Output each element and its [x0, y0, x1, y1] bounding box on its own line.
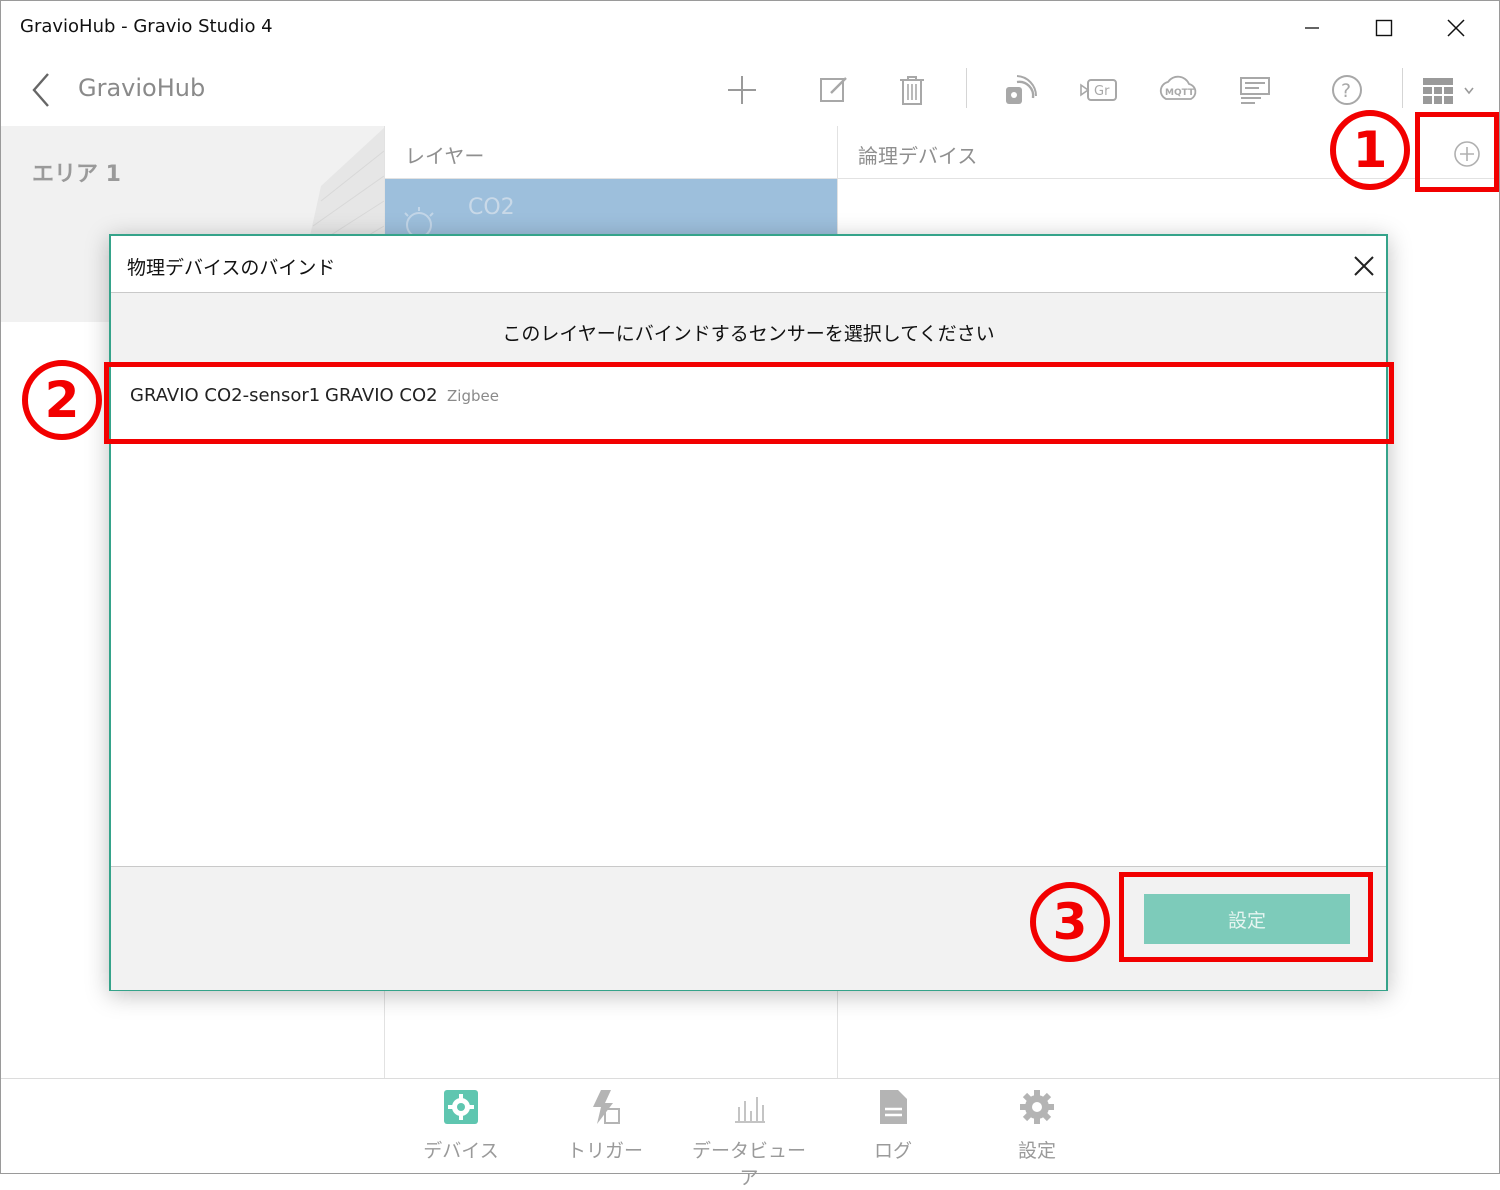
close-window-button[interactable]: [1420, 0, 1492, 55]
area-label: エリア 1: [32, 162, 121, 187]
toolbar-separator: [1402, 68, 1403, 108]
layer-item[interactable]: [385, 179, 837, 239]
nav-devices[interactable]: デバイス: [396, 1088, 526, 1168]
delete-button[interactable]: [884, 64, 940, 116]
nav-trigger[interactable]: トリガー: [540, 1088, 670, 1168]
maximize-icon: [1375, 19, 1393, 36]
device-gear-icon: [444, 1090, 478, 1124]
close-icon: [1354, 256, 1374, 276]
minimize-icon: [1305, 26, 1319, 29]
page-title: GravioHub: [78, 74, 206, 102]
list-button[interactable]: [1227, 64, 1283, 116]
data-viewer-icon: [735, 1097, 765, 1123]
toolbar-separator: [966, 68, 967, 108]
window-title: GravioHub - Gravio Studio 4: [20, 16, 273, 37]
mqtt-button[interactable]: MQTT: [1150, 64, 1206, 116]
help-button[interactable]: ?: [1319, 64, 1375, 116]
help-icon: ?: [1332, 75, 1362, 105]
annotation-box-2: [104, 362, 1394, 444]
nav-label: トリガー: [566, 1140, 643, 1162]
gravio-hub-button[interactable]: Gr: [1071, 64, 1127, 116]
add-button[interactable]: [714, 64, 770, 116]
list-icon: [1240, 77, 1270, 104]
nav-log[interactable]: ログ: [828, 1088, 958, 1168]
nav-label: デバイス: [423, 1140, 499, 1162]
sensor-icon: [1006, 75, 1037, 104]
dialog-title: 物理デバイスのバインド: [127, 257, 336, 279]
layer-column-header: レイヤー: [385, 126, 837, 179]
nav-data-viewer[interactable]: データビューア: [684, 1088, 814, 1189]
annotation-box-1: [1415, 112, 1499, 192]
svg-text:MQTT: MQTT: [1165, 88, 1195, 98]
layer-name: CO2: [468, 195, 515, 220]
nav-label: データビューア: [691, 1140, 806, 1189]
annotation-marker-3: 3: [1030, 882, 1110, 962]
svg-text:Gr: Gr: [1094, 84, 1110, 99]
svg-text:?: ?: [1341, 80, 1351, 102]
log-icon: [880, 1090, 907, 1124]
annotation-marker-2: 2: [22, 360, 102, 440]
delete-icon: [900, 76, 924, 105]
sensor-button[interactable]: [992, 64, 1048, 116]
chevron-left-icon: [32, 73, 49, 107]
view-mode-icon: [1423, 78, 1474, 104]
add-icon: [728, 76, 756, 104]
nav-label: 設定: [1017, 1140, 1056, 1162]
annotation-marker-1: 1: [1330, 110, 1410, 190]
annotation-box-3: [1119, 872, 1373, 962]
close-icon: [1447, 18, 1465, 37]
nav-label: ログ: [873, 1140, 912, 1162]
gravio-hub-icon: Gr: [1080, 79, 1117, 101]
trigger-icon: [593, 1090, 620, 1124]
maximize-button[interactable]: [1348, 0, 1420, 55]
back-button[interactable]: [26, 68, 58, 112]
dialog-instruction: このレイヤーにバインドするセンサーを選択してください: [502, 323, 995, 345]
edit-button[interactable]: [806, 64, 862, 116]
view-mode-button[interactable]: [1416, 64, 1482, 116]
dialog-close-button[interactable]: [1346, 248, 1382, 284]
settings-gear-icon: [1020, 1090, 1054, 1124]
edit-icon: [820, 77, 847, 102]
minimize-button[interactable]: [1276, 0, 1348, 55]
nav-settings[interactable]: 設定: [972, 1088, 1102, 1168]
mqtt-icon: MQTT: [1159, 75, 1197, 100]
